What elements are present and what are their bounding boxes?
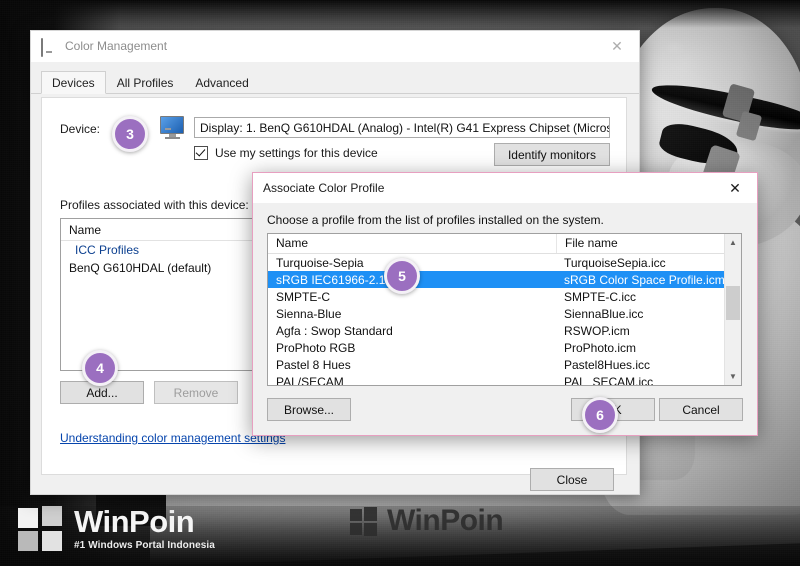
device-select-value: Display: 1. BenQ G610HDAL (Analog) - Int… xyxy=(200,120,609,135)
cell-name: Pastel 8 Hues xyxy=(276,357,351,372)
listview-scrollbar[interactable]: ▲ ▼ xyxy=(724,234,741,385)
tab-all-profiles[interactable]: All Profiles xyxy=(106,71,185,94)
watermark-subtitle: #1 Windows Portal Indonesia xyxy=(74,540,215,551)
chevron-up-icon[interactable]: ▲ xyxy=(725,234,741,251)
checkbox-box xyxy=(194,146,208,160)
monitor-icon xyxy=(41,38,57,57)
table-row[interactable]: Turquoise-Sepia TurquoiseSepia.icc xyxy=(268,254,741,271)
cell-file-name: Pastel8Hues.icc xyxy=(564,357,651,372)
cell-name: SMPTE-C xyxy=(276,289,330,304)
browse-button[interactable]: Browse... xyxy=(267,398,351,421)
dialog-instruction: Choose a profile from the list of profil… xyxy=(267,213,604,227)
table-row[interactable]: PAL/SECAM PAL_SECAM.icc xyxy=(268,373,741,386)
table-row[interactable]: Agfa : Swop Standard RSWOP.icm xyxy=(268,322,741,339)
table-row-selected[interactable]: sRGB IEC61966-2.1 sRGB Color Space Profi… xyxy=(268,271,741,288)
associate-dialog-titlebar[interactable]: Associate Color Profile ✕ xyxy=(253,173,757,203)
table-row[interactable]: ProPhoto RGB ProPhoto.icm xyxy=(268,339,741,356)
device-select[interactable]: Display: 1. BenQ G610HDAL (Analog) - Int… xyxy=(194,117,610,138)
step-badge-5: 5 xyxy=(384,258,420,294)
remove-profile-button: Remove xyxy=(154,381,238,404)
close-icon[interactable]: ✕ xyxy=(713,174,757,203)
cell-file-name: RSWOP.icm xyxy=(564,323,630,338)
tab-strip: Devices All Profiles Advanced xyxy=(31,62,639,94)
cell-file-name: SMPTE-C.icc xyxy=(564,289,636,304)
step-badge-6: 6 xyxy=(582,397,618,433)
step-badge-4: 4 xyxy=(82,350,118,386)
use-my-settings-label: Use my settings for this device xyxy=(215,146,378,160)
cell-file-name: TurquoiseSepia.icc xyxy=(564,255,666,270)
monitor-icon xyxy=(160,116,186,140)
cell-name: ProPhoto RGB xyxy=(276,340,356,355)
cell-file-name: sRGB Color Space Profile.icm xyxy=(564,272,725,287)
cell-name: PAL/SECAM xyxy=(276,374,344,386)
close-button[interactable]: Close xyxy=(530,468,614,491)
table-row[interactable]: Sienna-Blue SiennaBlue.icc xyxy=(268,305,741,322)
use-my-settings-checkbox[interactable]: Use my settings for this device xyxy=(194,146,378,160)
step-badge-3: 3 xyxy=(112,116,148,152)
listview-header: Name File name xyxy=(268,234,741,254)
associate-color-profile-dialog: Associate Color Profile ✕ Choose a profi… xyxy=(252,172,758,436)
tab-devices[interactable]: Devices xyxy=(41,71,106,94)
window-title: Color Management xyxy=(65,39,168,53)
identify-monitors-button[interactable]: Identify monitors xyxy=(494,143,610,166)
chevron-down-icon[interactable]: ▼ xyxy=(725,368,741,385)
windows-tiles-icon xyxy=(350,507,378,536)
profile-listview[interactable]: Name File name Turquoise-Sepia Turquoise… xyxy=(267,233,742,386)
close-icon[interactable]: ✕ xyxy=(595,32,639,61)
scrollbar-thumb[interactable] xyxy=(726,286,740,320)
windows-tiles-icon xyxy=(18,506,64,552)
winpoin-product-logo-text: WinPoin xyxy=(387,504,504,537)
column-header-name[interactable]: Name xyxy=(268,234,556,253)
table-row[interactable]: SMPTE-C SMPTE-C.icc xyxy=(268,288,741,305)
color-management-titlebar[interactable]: Color Management ✕ xyxy=(31,31,639,62)
cell-file-name: SiennaBlue.icc xyxy=(564,306,644,321)
tab-advanced[interactable]: Advanced xyxy=(184,71,259,94)
column-header-file-name[interactable]: File name xyxy=(556,234,726,253)
watermark-title: WinPoin xyxy=(74,504,195,539)
cell-name: Sienna-Blue xyxy=(276,306,342,321)
listview-rows: Turquoise-Sepia TurquoiseSepia.icc sRGB … xyxy=(268,254,741,386)
table-row[interactable]: Pastel 8 Hues Pastel8Hues.icc xyxy=(268,356,741,373)
winpoin-watermark: WinPoin #1 Windows Portal Indonesia xyxy=(18,506,215,552)
winpoin-product-logo: WinPoin xyxy=(350,500,520,542)
cancel-button[interactable]: Cancel xyxy=(659,398,743,421)
cell-name: Agfa : Swop Standard xyxy=(276,323,393,338)
dialog-title: Associate Color Profile xyxy=(263,181,385,195)
device-label: Device: xyxy=(60,122,101,136)
profiles-list-label: Profiles associated with this device: xyxy=(60,198,249,212)
cell-file-name: ProPhoto.icm xyxy=(564,340,637,355)
cell-file-name: PAL_SECAM.icc xyxy=(564,374,654,386)
